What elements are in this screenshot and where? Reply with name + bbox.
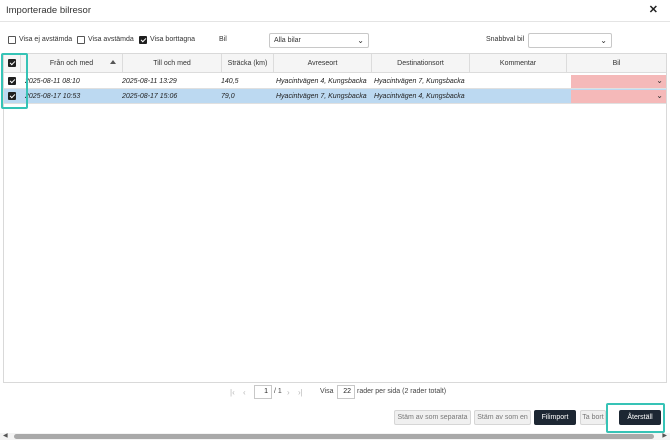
car-select[interactable]: Alla bilar ⌄: [269, 33, 369, 48]
page-number-input[interactable]: 1: [254, 385, 272, 399]
show-reconciled-label: Visa avstämda: [88, 36, 134, 43]
restore-button-highlight: [606, 403, 665, 433]
show-removed-checkbox[interactable]: [139, 36, 147, 44]
car-select-value: Alla bilar: [274, 37, 301, 44]
next-page-icon[interactable]: ›: [287, 388, 290, 397]
quick-car-label: Snabbval bil: [486, 36, 525, 43]
scroll-right-icon[interactable]: ▶: [662, 432, 667, 439]
car-filter-label: Bil: [219, 36, 227, 43]
sort-ascending-icon: [110, 60, 116, 64]
chevron-down-icon: ⌄: [656, 76, 663, 85]
rows-per-page-input[interactable]: 22: [337, 385, 355, 399]
car-select-cell[interactable]: ⌄: [571, 75, 666, 88]
table-row[interactable]: 2025-08-17 10:53 2025-08-17 15:06 79,0 H…: [4, 89, 666, 104]
trips-grid: Från och med Till och med Sträcka (km) A…: [3, 53, 667, 383]
page-total: / 1: [274, 388, 282, 395]
first-page-icon[interactable]: |‹: [230, 388, 235, 397]
col-header-comment[interactable]: Kommentar: [470, 54, 567, 73]
quick-car-select[interactable]: ⌄: [528, 33, 612, 48]
cell-distance: 79,0: [221, 93, 235, 100]
show-label: Visa: [320, 388, 334, 395]
show-unreconciled-checkbox[interactable]: [8, 36, 16, 44]
grid-header: Från och med Till och med Sträcka (km) A…: [4, 54, 666, 73]
rows-per-page-suffix: rader per sida (2 rader totalt): [357, 388, 447, 395]
remove-button[interactable]: Ta bort: [580, 410, 606, 425]
horizontal-scrollbar[interactable]: ◀ ▶: [0, 433, 670, 440]
cell-comment: [472, 74, 566, 89]
col-header-departure[interactable]: Avreseort: [274, 54, 372, 73]
chevron-down-icon: ⌄: [357, 36, 364, 45]
scroll-left-icon[interactable]: ◀: [3, 432, 8, 439]
cell-from: 2025-08-11 08:10: [25, 78, 80, 85]
filter-bar: Visa ej avstämda Visa avstämda Visa bort…: [0, 33, 670, 49]
checkbox-column-highlight: [1, 53, 28, 109]
reconcile-separate-button[interactable]: Stäm av som separata: [394, 410, 471, 425]
dialog-header: Importerade bilresor ✕: [0, 0, 670, 22]
col-header-from-label: Från och med: [49, 60, 94, 67]
cell-distance: 140,5: [221, 78, 239, 85]
col-header-car[interactable]: Bil: [567, 54, 666, 73]
cell-to: 2025-08-11 13:29: [122, 78, 177, 85]
last-page-icon[interactable]: ›|: [298, 388, 303, 397]
close-icon[interactable]: ✕: [649, 3, 658, 16]
cell-to: 2025-08-17 15:06: [122, 93, 178, 100]
cell-destination: Hyacintvägen 4, Kungsbacka: [374, 93, 465, 100]
col-header-destination[interactable]: Destinationsort: [372, 54, 470, 73]
col-header-from[interactable]: Från och med: [21, 54, 123, 73]
file-import-button[interactable]: Filimport: [534, 410, 576, 425]
pagination: |‹ ‹ 1 / 1 › ›| Visa 22 rader per sida (…: [0, 385, 670, 401]
cell-departure: Hyacintvägen 4, Kungsbacka: [276, 78, 367, 85]
chevron-down-icon: ⌄: [600, 36, 607, 45]
dialog-title: Importerade bilresor: [6, 5, 92, 16]
scrollbar-thumb[interactable]: [14, 434, 654, 439]
show-unreconciled-label: Visa ej avstämda: [19, 36, 73, 43]
action-bar: Stäm av som separata Stäm av som en Fili…: [0, 408, 670, 428]
prev-page-icon[interactable]: ‹: [243, 388, 246, 397]
col-header-distance[interactable]: Sträcka (km): [222, 54, 274, 73]
chevron-down-icon: ⌄: [656, 91, 663, 100]
show-removed-label: Visa borttagna: [150, 36, 196, 43]
table-row[interactable]: 2025-08-11 08:10 2025-08-11 13:29 140,5 …: [4, 74, 666, 89]
cell-from: 2025-08-17 10:53: [25, 93, 81, 100]
reconcile-as-one-button[interactable]: Stäm av som en: [474, 410, 531, 425]
show-reconciled-checkbox[interactable]: [77, 36, 85, 44]
cell-destination: Hyacintvägen 7, Kungsbacka: [374, 78, 465, 85]
cell-comment: [472, 89, 566, 104]
car-select-cell[interactable]: ⌄: [571, 90, 666, 103]
col-header-to[interactable]: Till och med: [123, 54, 222, 73]
cell-departure: Hyacintvägen 7, Kungsbacka: [276, 93, 367, 100]
